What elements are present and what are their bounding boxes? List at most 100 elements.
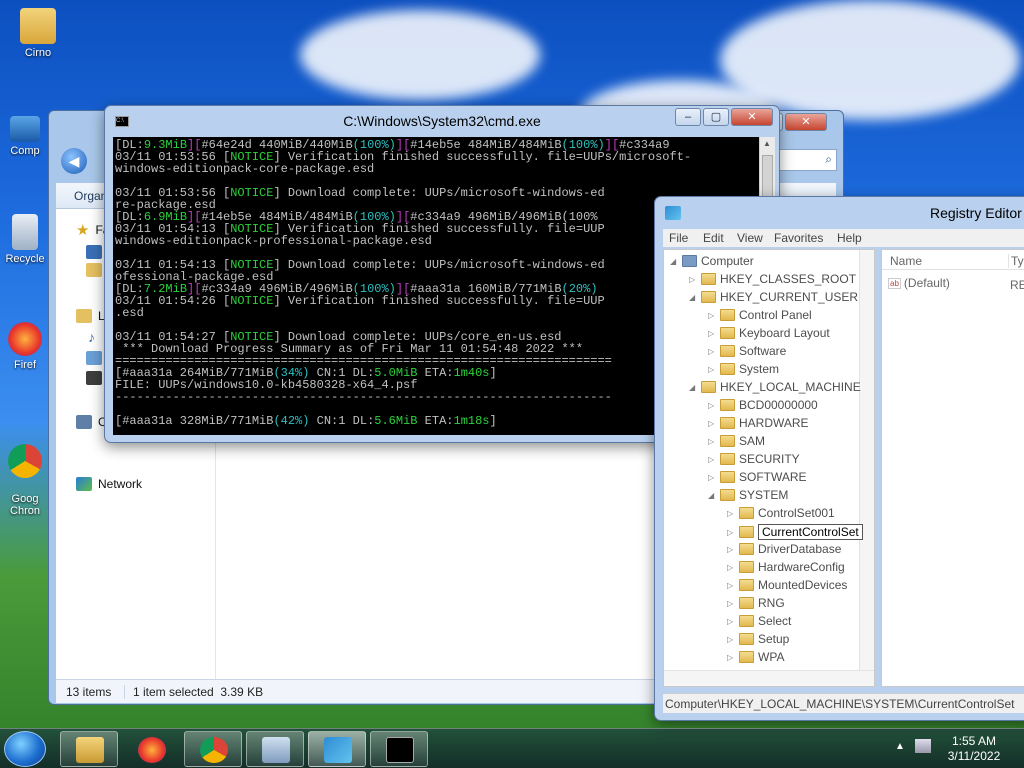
- cmd-maximize-button[interactable]: ▢: [703, 108, 729, 126]
- desktop-icon-recycle-bin[interactable]: Recycle: [2, 214, 48, 265]
- folder-icon: [739, 597, 754, 609]
- registry-key[interactable]: ◢ HKEY_LOCAL_MACHINE: [689, 380, 861, 394]
- collapsed-arrow-icon[interactable]: ▷: [727, 509, 735, 518]
- menu-view[interactable]: View: [737, 231, 763, 245]
- taskbar-command-prompt[interactable]: [370, 731, 428, 767]
- registry-key[interactable]: ▷ WPA: [727, 650, 784, 664]
- desktop-icon-cirno[interactable]: Cirno: [8, 8, 68, 59]
- downloads-icon[interactable]: [86, 263, 102, 277]
- menu-help[interactable]: Help: [837, 231, 862, 245]
- collapsed-arrow-icon[interactable]: ▷: [708, 365, 716, 374]
- collapsed-arrow-icon[interactable]: ▷: [708, 329, 716, 338]
- menu-favorites[interactable]: Favorites: [774, 231, 823, 245]
- taskbar-registry-editor[interactable]: [308, 731, 366, 767]
- menu-file[interactable]: File: [669, 231, 688, 245]
- registry-key-label: Computer: [701, 254, 754, 268]
- expanded-arrow-icon[interactable]: ◢: [670, 257, 678, 266]
- collapsed-arrow-icon[interactable]: ▷: [727, 599, 735, 608]
- registry-key[interactable]: ◢ Computer: [670, 254, 754, 268]
- folder-icon: [720, 489, 735, 501]
- collapsed-arrow-icon[interactable]: ▷: [708, 347, 716, 356]
- registry-icon: [665, 206, 681, 220]
- registry-key[interactable]: ▷ Software: [708, 344, 786, 358]
- menu-edit[interactable]: Edit: [703, 231, 724, 245]
- desktop-icon-firefox[interactable]: Firef: [2, 322, 48, 371]
- search-box[interactable]: ⌕: [779, 149, 837, 171]
- collapsed-arrow-icon[interactable]: ▷: [708, 311, 716, 320]
- column-name[interactable]: Name: [890, 254, 922, 268]
- registry-key[interactable]: ▷ Control Panel: [708, 308, 812, 322]
- collapsed-arrow-icon[interactable]: ▷: [708, 455, 716, 464]
- registry-key[interactable]: ▷ Setup: [727, 632, 789, 646]
- taskbar-explorer[interactable]: [60, 731, 118, 767]
- collapsed-arrow-icon[interactable]: ▷: [727, 528, 735, 537]
- registry-key-label: ControlSet001: [758, 506, 835, 520]
- collapsed-arrow-icon[interactable]: ▷: [727, 635, 735, 644]
- registry-key[interactable]: ▷ CurrentControlSet: [727, 524, 863, 540]
- videos-icon[interactable]: [86, 371, 102, 385]
- collapsed-arrow-icon[interactable]: ▷: [727, 617, 735, 626]
- registry-key[interactable]: ◢ HKEY_CURRENT_USER: [689, 290, 858, 304]
- registry-key[interactable]: ▷ System: [708, 362, 779, 376]
- system-clock[interactable]: 1:55 AM 3/11/2022: [944, 734, 1004, 764]
- registry-key-label: Setup: [758, 632, 790, 646]
- cmd-close-button[interactable]: ✕: [731, 108, 773, 126]
- registry-key[interactable]: ▷ RNG: [727, 596, 785, 610]
- collapsed-arrow-icon[interactable]: ▷: [727, 581, 735, 590]
- network-status-icon[interactable]: [915, 739, 931, 753]
- search-icon: ⌕: [825, 152, 832, 166]
- collapsed-arrow-icon[interactable]: ▷: [708, 419, 716, 428]
- collapsed-arrow-icon[interactable]: ▷: [727, 563, 735, 572]
- pictures-icon[interactable]: [86, 351, 102, 365]
- nav-item-network[interactable]: Network: [76, 477, 142, 491]
- tree-vertical-scrollbar[interactable]: [859, 250, 874, 670]
- registry-key[interactable]: ▷ ControlSet001: [727, 506, 835, 520]
- column-type[interactable]: Ty: [1008, 254, 1024, 268]
- collapsed-arrow-icon[interactable]: ▷: [727, 653, 735, 662]
- cmd-minimize-button[interactable]: –: [675, 108, 701, 126]
- network-icon: [76, 477, 92, 491]
- collapsed-arrow-icon[interactable]: ▷: [708, 401, 716, 410]
- start-button[interactable]: [4, 731, 46, 767]
- registry-key[interactable]: ▷ Keyboard Layout: [708, 326, 830, 340]
- registry-key[interactable]: ▷ HardwareConfig: [727, 560, 845, 574]
- registry-key[interactable]: ▷ HKEY_CLASSES_ROOT: [689, 272, 856, 286]
- taskbar-chrome[interactable]: [184, 731, 242, 767]
- registry-key[interactable]: ▷ BCD00000000: [708, 398, 818, 412]
- value-row[interactable]: ab (Default): [888, 276, 950, 290]
- registry-key-label: DriverDatabase: [758, 542, 842, 556]
- registry-key[interactable]: ▷ SOFTWARE: [708, 470, 807, 484]
- registry-tree[interactable]: ◢ Computer ▷ HKEY_CLASSES_ROOT ◢ HKEY_CURRENT…: [663, 249, 875, 687]
- collapsed-arrow-icon[interactable]: ▷: [727, 545, 735, 554]
- explorer-close-button[interactable]: ✕: [785, 113, 827, 131]
- music-icon[interactable]: ♪: [88, 329, 95, 345]
- nav-item-libraries[interactable]: Li: [76, 309, 107, 323]
- desktop-icon[interactable]: [86, 245, 102, 259]
- registry-key[interactable]: ◢ SYSTEM: [708, 488, 788, 502]
- scroll-up-icon[interactable]: ▲: [763, 139, 771, 148]
- collapsed-arrow-icon[interactable]: ▷: [708, 473, 716, 482]
- values-pane[interactable]: Name Ty ab (Default) RE: [881, 249, 1024, 687]
- organize-button[interactable]: Organ: [74, 189, 107, 203]
- registry-key[interactable]: ▷ HARDWARE: [708, 416, 809, 430]
- collapsed-arrow-icon[interactable]: ▷: [708, 437, 716, 446]
- registry-key[interactable]: ▷ SAM: [708, 434, 765, 448]
- registry-key[interactable]: ▷ Select: [727, 614, 791, 628]
- show-hidden-icons-icon[interactable]: ▲: [895, 741, 905, 752]
- registry-key[interactable]: ▷ SECURITY: [708, 452, 800, 466]
- taskbar-firefox[interactable]: [122, 731, 180, 767]
- expanded-arrow-icon[interactable]: ◢: [708, 491, 716, 500]
- desktop-icon-chrome[interactable]: Goog Chron: [2, 432, 48, 517]
- registry-key[interactable]: ▷ MountedDevices: [727, 578, 847, 592]
- desktop-icon-computer[interactable]: Comp: [2, 116, 48, 157]
- collapsed-arrow-icon[interactable]: ▷: [689, 275, 697, 284]
- folder-icon: [701, 381, 716, 393]
- tree-horizontal-scrollbar[interactable]: [664, 670, 874, 686]
- registry-key[interactable]: ▷ DriverDatabase: [727, 542, 841, 556]
- expanded-arrow-icon[interactable]: ◢: [689, 383, 697, 392]
- back-button[interactable]: ◀: [61, 148, 87, 174]
- registry-key-label: SECURITY: [739, 452, 800, 466]
- registry-editor-window[interactable]: Registry Editor File Edit View Favorites…: [654, 196, 1024, 721]
- expanded-arrow-icon[interactable]: ◢: [689, 293, 697, 302]
- taskbar-resource-monitor[interactable]: [246, 731, 304, 767]
